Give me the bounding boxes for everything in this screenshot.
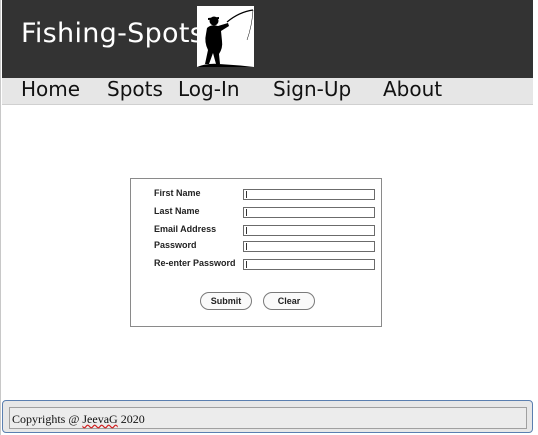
password-label: Password bbox=[154, 240, 197, 250]
nav-bar: Home Spots Log-In Sign-Up About bbox=[2, 78, 533, 105]
form-row-reenter-password: Re-enter Password bbox=[131, 258, 381, 272]
page-border bbox=[0, 0, 1, 435]
text-caret bbox=[246, 227, 247, 234]
clear-button[interactable]: Clear bbox=[263, 292, 315, 310]
signup-form: First Name Last Name Email Address Passw… bbox=[130, 178, 382, 327]
text-caret bbox=[246, 191, 247, 198]
text-caret bbox=[246, 261, 247, 268]
password-field[interactable] bbox=[243, 241, 375, 252]
copyright-year: 2020 bbox=[117, 412, 145, 426]
footer-box: Copyrights @ JeevaG 2020 bbox=[9, 407, 527, 429]
nav-item-signup[interactable]: Sign-Up bbox=[273, 78, 351, 104]
copyright-author: JeevaG bbox=[82, 412, 118, 426]
footer: Copyrights @ JeevaG 2020 bbox=[2, 400, 533, 433]
first-name-label: First Name bbox=[154, 188, 201, 198]
reenter-password-label: Re-enter Password bbox=[154, 258, 236, 268]
email-field[interactable] bbox=[243, 225, 375, 236]
copyright-text: Copyrights @ JeevaG 2020 bbox=[12, 412, 145, 427]
last-name-label: Last Name bbox=[154, 206, 200, 216]
nav-item-spots[interactable]: Spots bbox=[107, 78, 163, 104]
nav-item-login[interactable]: Log-In bbox=[178, 78, 240, 104]
last-name-field[interactable] bbox=[243, 207, 375, 218]
text-caret bbox=[246, 209, 247, 216]
email-label: Email Address bbox=[154, 224, 217, 234]
site-title: Fishing-Spots bbox=[21, 18, 205, 49]
form-row-first-name: First Name bbox=[131, 188, 381, 202]
nav-item-about[interactable]: About bbox=[383, 78, 442, 104]
reenter-password-field[interactable] bbox=[243, 259, 375, 270]
fisherman-icon bbox=[197, 6, 254, 67]
submit-button[interactable]: Submit bbox=[200, 292, 252, 310]
site-header: Fishing-Spots bbox=[2, 0, 533, 78]
form-row-last-name: Last Name bbox=[131, 206, 381, 220]
nav-item-home[interactable]: Home bbox=[21, 78, 80, 104]
copyright-prefix: Copyrights @ bbox=[12, 412, 83, 426]
text-caret bbox=[246, 243, 247, 250]
first-name-field[interactable] bbox=[243, 189, 375, 200]
form-row-password: Password bbox=[131, 240, 381, 254]
form-row-email: Email Address bbox=[131, 224, 381, 238]
